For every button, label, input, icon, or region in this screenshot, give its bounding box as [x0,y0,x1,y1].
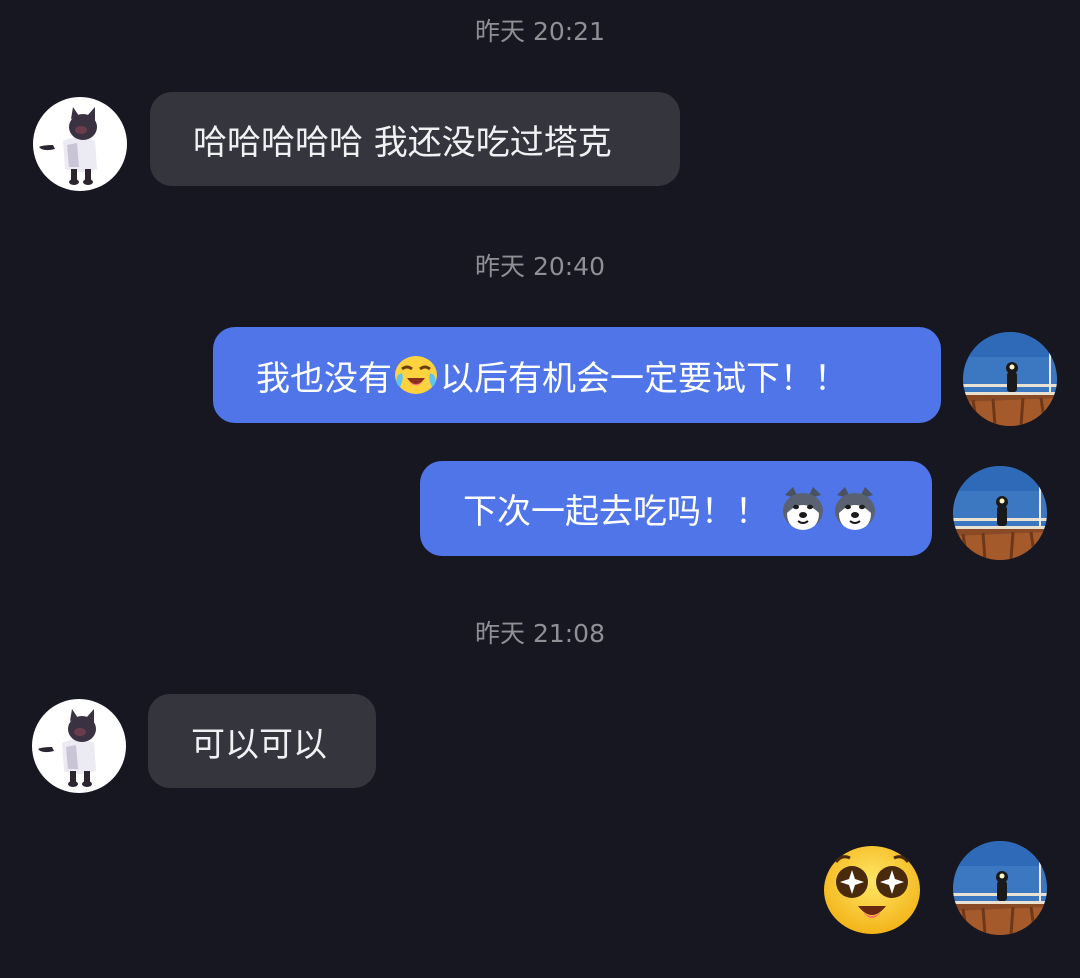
message-text: 以后有机会一定要试下！！ [440,358,848,399]
incoming-message-bubble[interactable]: 哈哈哈哈哈 我还没吃过塔克 [150,92,680,186]
contact-avatar[interactable] [33,97,127,191]
incoming-message-bubble[interactable]: 可以可以 [148,694,376,788]
message-text: 可以可以 [191,724,327,765]
crying-laughing-emoji [392,353,440,397]
message-text: 我也没有 [256,358,392,399]
self-avatar[interactable] [953,466,1047,560]
outgoing-message-bubble[interactable]: 下次一起去吃吗！！ [420,461,932,556]
timestamp: 昨天 20:21 [475,17,605,46]
outgoing-message-bubble[interactable]: 我也没有 以后有机会一定要试下！！ [213,327,941,423]
husky-dog-emoji [779,485,827,533]
contact-avatar[interactable] [32,699,126,793]
starry-eyes-emoji[interactable] [822,844,922,940]
timestamp: 昨天 21:08 [475,619,605,648]
husky-dog-emoji [831,485,879,533]
self-avatar[interactable] [963,332,1057,426]
timestamp: 昨天 20:40 [475,252,605,281]
self-avatar[interactable] [953,841,1047,935]
message-text: 哈哈哈哈哈 我还没吃过塔克 [193,122,612,163]
message-text: 下次一起去吃吗！！ [463,492,769,532]
